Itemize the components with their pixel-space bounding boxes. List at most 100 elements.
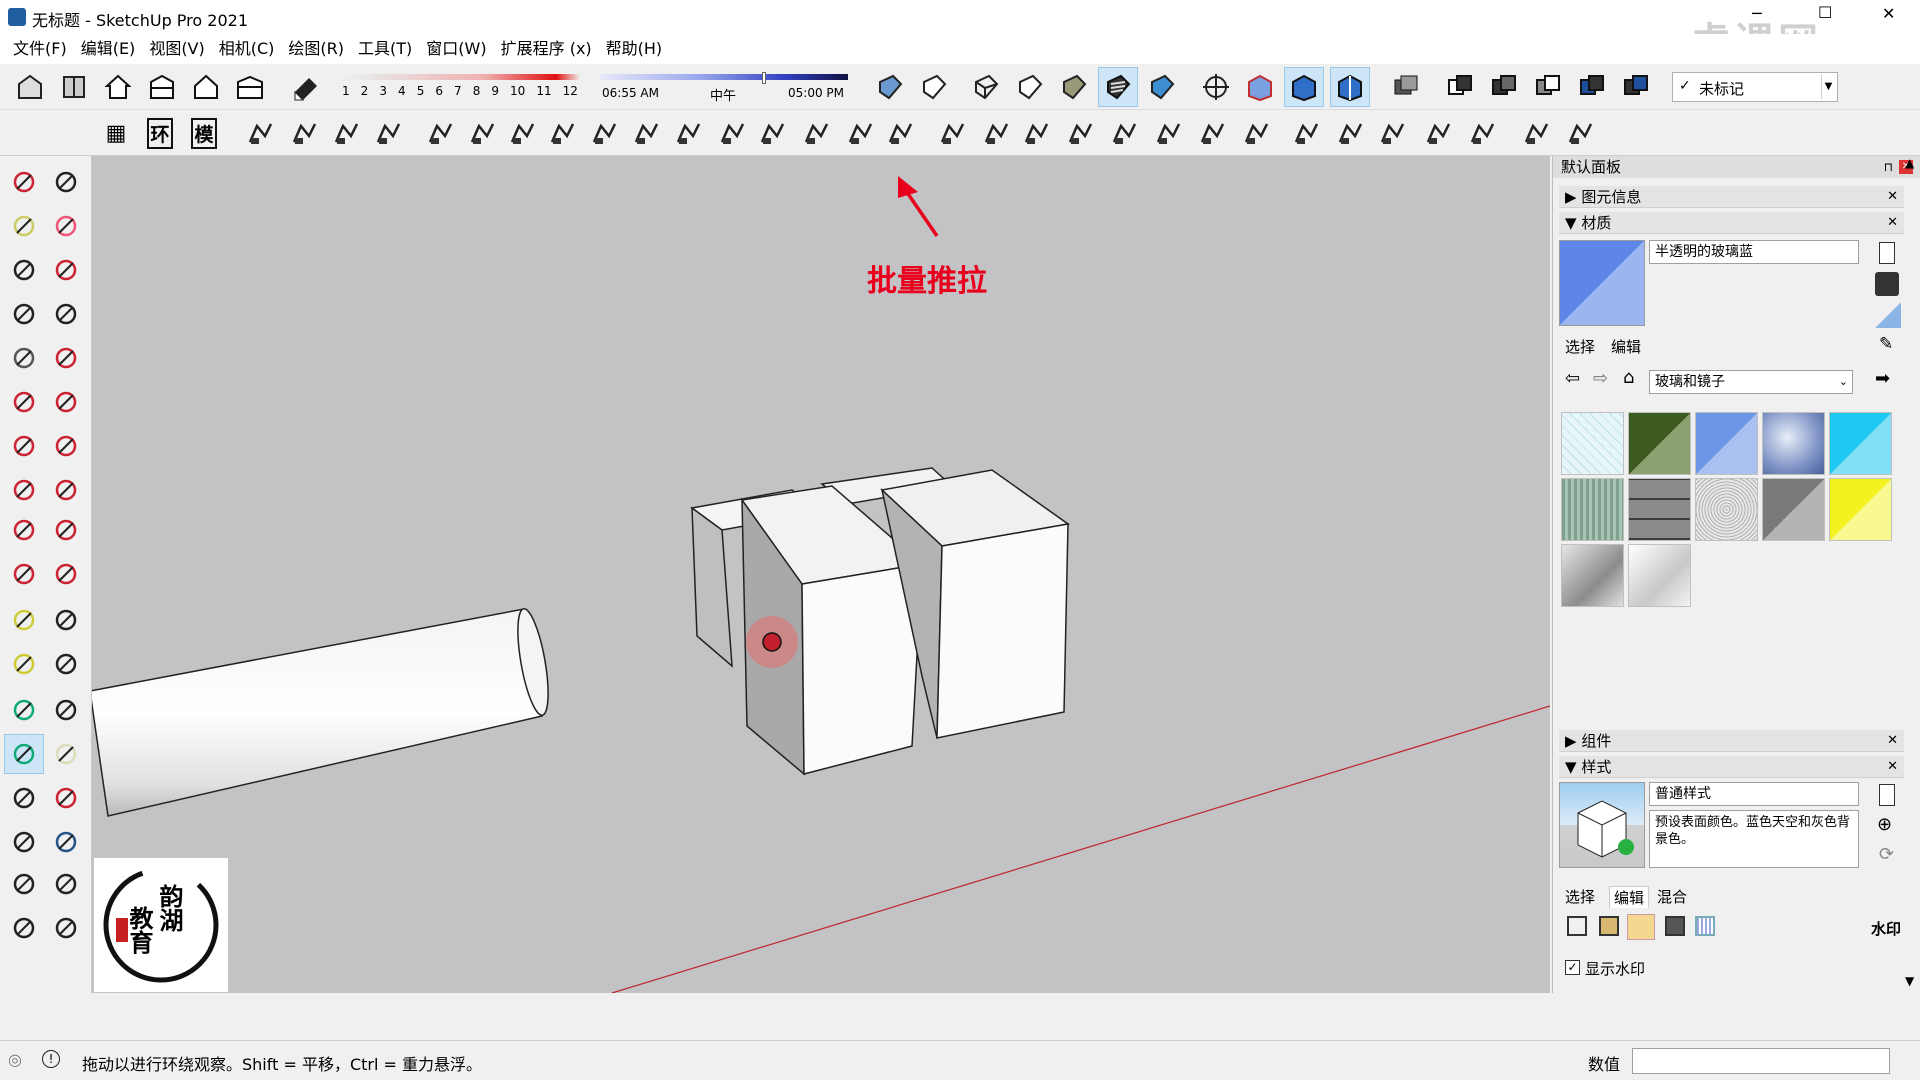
tab-edit[interactable]: 编辑 (1611, 336, 1641, 357)
pin-icon[interactable]: ⊓ (1884, 156, 1893, 178)
tape-measure-icon[interactable] (4, 600, 44, 640)
library-dropdown[interactable]: 玻璃和镜子 ⌄ (1649, 370, 1853, 394)
zoom-icon[interactable] (4, 778, 44, 818)
ext-table-icon[interactable]: ▦ (96, 113, 136, 153)
offset-icon[interactable] (880, 113, 920, 153)
menu-help[interactable]: 帮助(H) (599, 35, 670, 63)
array-icon[interactable] (1330, 113, 1370, 153)
default-material-icon[interactable] (1875, 302, 1901, 328)
swatch-11[interactable] (1561, 544, 1624, 607)
style-description-field[interactable]: 预设表面颜色。蓝色天空和灰色背景色。 (1649, 810, 1859, 868)
settings-icon[interactable] (1516, 113, 1556, 153)
swatch-7[interactable] (1628, 478, 1691, 541)
monochrome-style-icon[interactable] (1142, 67, 1182, 107)
stair-icon[interactable] (240, 113, 280, 153)
scale-icon[interactable] (4, 554, 44, 594)
menu-view[interactable]: 视图(V) (142, 35, 211, 63)
fence-icon[interactable] (1192, 113, 1232, 153)
grid-push-icon[interactable] (796, 113, 836, 153)
rotated-rectangle-icon[interactable] (46, 294, 86, 334)
watermark-settings-icon[interactable] (1665, 916, 1685, 936)
swatch-5[interactable] (1829, 412, 1892, 475)
spiral-icon[interactable] (626, 113, 666, 153)
orbit-icon[interactable] (4, 734, 44, 774)
section-plane-icon[interactable] (46, 908, 86, 948)
eraser-icon[interactable] (46, 206, 86, 246)
paint-bucket-icon[interactable] (4, 206, 44, 246)
refresh-style-icon[interactable]: ⟳ (1879, 844, 1894, 865)
right-view-icon[interactable] (186, 67, 226, 107)
background-settings-icon[interactable] (1627, 914, 1655, 940)
arch-icon[interactable] (584, 113, 624, 153)
material-name-field[interactable]: 半透明的玻璃蓝 (1649, 240, 1859, 264)
shadow-month-slider[interactable]: 1 2 3 4 5 6 7 8 9 10 11 12 (340, 72, 580, 106)
panel-scrollbar[interactable]: ▲ ▼ (1903, 156, 1919, 993)
rail-icon[interactable] (1236, 113, 1276, 153)
backedges-style-icon[interactable] (914, 67, 954, 107)
textured-style-icon[interactable] (1098, 67, 1138, 107)
wave-icon[interactable] (1060, 113, 1100, 153)
face-settings-icon[interactable] (1599, 916, 1619, 936)
components-close-icon[interactable]: ✕ (1887, 730, 1898, 752)
follow-me-icon[interactable] (46, 510, 86, 550)
modeling-settings-icon[interactable] (1695, 916, 1715, 936)
push-pull-icon[interactable] (46, 470, 86, 510)
model-viewport[interactable]: 批量推拉 韵湖 教育 (92, 156, 1550, 993)
text-icon[interactable] (46, 644, 86, 684)
swatch-8[interactable] (1695, 478, 1758, 541)
position-camera-icon[interactable] (4, 864, 44, 904)
mirror-icon[interactable] (1286, 113, 1326, 153)
close-button[interactable]: ✕ (1882, 4, 1895, 23)
style-tab-edit[interactable]: 编辑 (1609, 886, 1650, 908)
menu-draw[interactable]: 绘图(R) (281, 35, 351, 63)
style-tab-select[interactable]: 选择 (1565, 886, 1595, 907)
back-arrow-icon[interactable]: ⇦ (1565, 368, 1580, 389)
extension-warehouse-icon[interactable] (54, 67, 94, 107)
bar-chart-icon[interactable] (368, 113, 408, 153)
spiral2-icon[interactable] (1104, 113, 1144, 153)
dimension-icon[interactable] (932, 113, 972, 153)
style-name-field[interactable]: 普通样式 (1649, 782, 1859, 806)
pencil-icon[interactable] (4, 250, 44, 290)
solid-union-icon[interactable] (1440, 67, 1480, 107)
styles-close-icon[interactable]: ✕ (1887, 756, 1898, 778)
section-fill-icon[interactable] (1386, 67, 1426, 107)
pen-tool-icon[interactable] (752, 113, 792, 153)
circle-icon[interactable] (4, 338, 44, 378)
swatch-10[interactable] (1829, 478, 1892, 541)
details-arrow-icon[interactable]: ➡ (1875, 368, 1890, 389)
menu-file[interactable]: 文件(F) (6, 35, 74, 63)
rectangle-icon[interactable] (4, 294, 44, 334)
solid-subtract-icon[interactable] (1484, 67, 1524, 107)
pan-icon[interactable] (46, 734, 86, 774)
back-view-icon[interactable] (230, 67, 270, 107)
solid-intersect-icon[interactable] (1528, 67, 1568, 107)
rotate-icon[interactable] (4, 510, 44, 550)
offset-icon[interactable] (46, 554, 86, 594)
3d-text-icon[interactable] (46, 690, 86, 730)
menu-tools[interactable]: 工具(T) (351, 35, 419, 63)
component-icon[interactable] (46, 162, 86, 202)
eyedropper-icon[interactable]: ✎ (1879, 334, 1893, 354)
explode-icon[interactable] (542, 113, 582, 153)
menu-extensions[interactable]: 扩展程序 (x) (494, 35, 599, 63)
shaded-style-icon[interactable] (1054, 67, 1094, 107)
flip-icon[interactable] (1148, 113, 1188, 153)
arc-icon[interactable] (4, 382, 44, 422)
tag-dropdown[interactable]: ✓ 未标记 ▼ (1672, 72, 1838, 102)
entity-info-close-icon[interactable]: ✕ (1887, 186, 1898, 208)
ext-env-button[interactable]: 环 (140, 113, 180, 153)
zoom-window-icon[interactable] (46, 778, 86, 818)
hidden-line-style-icon[interactable] (1010, 67, 1050, 107)
swatch-3[interactable] (1695, 412, 1758, 475)
joint-push-pull-icon[interactable] (840, 113, 880, 153)
shadows-icon[interactable] (286, 67, 326, 107)
create-style-icon[interactable] (1879, 784, 1895, 806)
line-tool-icon[interactable] (462, 113, 502, 153)
menu-camera[interactable]: 相机(C) (212, 35, 282, 63)
solid-split-icon[interactable] (1616, 67, 1656, 107)
camera-icon[interactable] (1560, 113, 1600, 153)
orbit-icon[interactable] (1196, 67, 1236, 107)
swatch-9[interactable] (1762, 478, 1825, 541)
swatch-12[interactable] (1628, 544, 1691, 607)
